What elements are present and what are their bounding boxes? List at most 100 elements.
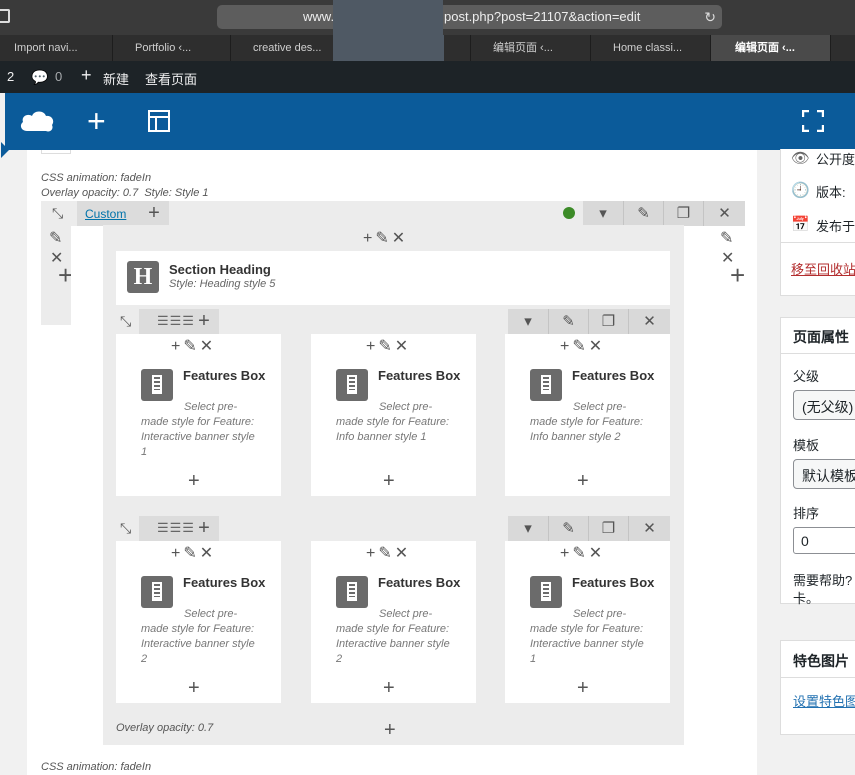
add-element-icon[interactable]: + — [87, 101, 106, 141]
add-below-icon[interactable]: + — [577, 677, 589, 700]
add-below-icon[interactable]: + — [383, 470, 395, 493]
duplicate-icon[interactable]: ❐ — [663, 201, 703, 226]
cloud-logo-icon[interactable] — [19, 107, 55, 135]
add-column-button[interactable]: + — [139, 201, 169, 226]
inner-duplicate-icon[interactable]: ❐ — [588, 516, 628, 541]
set-featured-image-link[interactable]: 设置特色图 — [793, 691, 855, 710]
updates-count[interactable]: 2 — [7, 69, 14, 84]
builder-canvas: CSS animation: fadeIn Overlay opacity: 0… — [27, 150, 757, 775]
features-box-card[interactable]: +✎✕ Features Box Select pre-made style f… — [311, 334, 476, 496]
address-bar[interactable]: www. post.php?post=21107&action=edit ↻ — [217, 0, 722, 36]
tab-1[interactable]: Import navi... — [0, 35, 113, 61]
inner-row-toolbar-1: ⤡ ☰☰☰ + ▾ ✎ ❐ ✕ — [116, 309, 670, 334]
builder-toolbar: + — [5, 93, 855, 150]
tab-5[interactable]: 编辑页面 ‹... — [471, 35, 591, 61]
building-icon — [336, 369, 368, 401]
tab-7-active[interactable]: 编辑页面 ‹... — [711, 35, 831, 61]
publish-box: 👁 公开度 🕘 版本: 📅 发布于 移至回收站 — [780, 149, 855, 296]
add-row-icon[interactable]: + — [384, 719, 396, 742]
order-input[interactable]: 0 — [793, 527, 855, 554]
tab-2[interactable]: Portfolio ‹... — [113, 35, 231, 61]
inner-dropdown-icon[interactable]: ▾ — [508, 309, 548, 334]
custom-link[interactable]: Custom — [85, 207, 126, 221]
element-controls[interactable]: +✎✕ — [366, 336, 411, 356]
row-edit-pencil-icon[interactable]: ✎ — [49, 228, 62, 248]
overlay-note-inner: Overlay opacity: 0.7 — [116, 722, 214, 734]
add-below-icon[interactable]: + — [188, 470, 200, 493]
element-controls[interactable]: +✎✕ — [560, 543, 605, 563]
columns-layout-control[interactable]: ☰☰☰ + — [139, 516, 219, 541]
help-text-2: 卡。 — [793, 591, 820, 606]
featured-image-box: 特色图片 设置特色图 — [780, 640, 855, 735]
right-edit-pencil-icon[interactable]: ✎ — [720, 228, 733, 248]
features-box-desc: Select pre-made style for Feature: Info … — [530, 401, 644, 443]
comment-icon[interactable]: 💬 — [31, 69, 48, 86]
parent-select[interactable]: (无父级) — [793, 390, 855, 420]
help-text: 需要帮助? — [793, 573, 853, 588]
publish-label: 发布于 — [816, 219, 855, 234]
element-controls[interactable]: +✎✕ — [171, 543, 216, 563]
features-box-card[interactable]: +✎✕ Features Box Select pre-made style f… — [116, 334, 281, 496]
inner-edit-icon[interactable]: ✎ — [548, 516, 588, 541]
inner-delete-icon[interactable]: ✕ — [628, 516, 670, 541]
plus-icon[interactable]: + — [81, 65, 92, 86]
element-controls[interactable]: +✎✕ — [366, 543, 411, 563]
heading-controls[interactable]: +✎✕ — [363, 228, 408, 248]
template-value: 默认模板 — [802, 468, 855, 484]
element-controls[interactable]: +✎✕ — [560, 336, 605, 356]
add-below-icon[interactable]: + — [188, 677, 200, 700]
dropdown-icon[interactable]: ▾ — [583, 201, 623, 226]
inner-expand-icon[interactable]: ⤡ — [120, 313, 131, 330]
layout-template-icon[interactable] — [148, 110, 170, 132]
row-toolbar: ⤡ Custom + ▾ ✎ ❐ ✕ — [41, 201, 745, 226]
inner-edit-icon[interactable]: ✎ — [548, 309, 588, 334]
features-box-title: Features Box — [572, 368, 655, 383]
admin-bar: 2 💬 0 + 新建 查看页面 — [0, 61, 855, 93]
add-below-icon[interactable]: + — [577, 470, 589, 493]
heading-style: Style: Heading style 5 — [169, 278, 276, 290]
columns-layout-control[interactable]: ☰☰☰ + — [139, 309, 219, 334]
trash-link[interactable]: 移至回收站 — [791, 259, 855, 278]
visibility-label: 公开度 — [816, 152, 855, 167]
new-menu[interactable]: 新建 — [103, 69, 129, 88]
tab-redaction — [333, 35, 444, 61]
delete-close-icon[interactable]: ✕ — [703, 201, 745, 226]
expand-icon[interactable]: ⤡ — [52, 205, 63, 222]
edit-pencil-icon[interactable]: ✎ — [623, 201, 663, 226]
features-box-title: Features Box — [572, 575, 655, 590]
inner-duplicate-icon[interactable]: ❐ — [588, 309, 628, 334]
left-edge — [1, 142, 27, 775]
inner-add-icon[interactable]: + — [189, 309, 219, 334]
building-icon — [141, 369, 173, 401]
features-box-card[interactable]: +✎✕ Features Box Select pre-made style f… — [505, 541, 670, 703]
tab-6[interactable]: Home classi... — [591, 35, 711, 61]
collapse-arrow-icon[interactable] — [1, 142, 9, 158]
order-value: 0 — [801, 533, 809, 549]
element-controls[interactable]: +✎✕ — [171, 336, 216, 356]
wp-sidebar: 👁 公开度 🕘 版本: 📅 发布于 移至回收站 页面属性 父级 (无父级) 模板… — [780, 149, 855, 775]
custom-tab[interactable]: Custom — [77, 201, 139, 226]
fullscreen-icon[interactable] — [802, 110, 824, 132]
page-attributes-title: 页面属性 — [793, 329, 849, 345]
features-box-card[interactable]: +✎✕ Features Box Select pre-made style f… — [311, 541, 476, 703]
template-select[interactable]: 默认模板 — [793, 459, 855, 489]
row-right-add-icon[interactable]: + — [730, 260, 745, 291]
overlay-style-note: Overlay opacity: 0.7 Style: Style 1 — [41, 187, 209, 199]
inner-add-icon[interactable]: + — [189, 516, 219, 541]
reload-icon[interactable]: ↻ — [704, 5, 716, 29]
view-page-link[interactable]: 查看页面 — [145, 69, 197, 88]
features-box-card[interactable]: +✎✕ Features Box Select pre-made style f… — [116, 541, 281, 703]
building-icon — [530, 369, 562, 401]
features-box-card[interactable]: +✎✕ Features Box Select pre-made style f… — [505, 334, 670, 496]
add-below-icon[interactable]: + — [383, 677, 395, 700]
inner-delete-icon[interactable]: ✕ — [628, 309, 670, 334]
eye-icon: 👁 — [791, 150, 811, 167]
building-icon — [336, 576, 368, 608]
history-icon: 🕘 — [791, 182, 810, 199]
sidebar-toggle-icon[interactable] — [0, 9, 10, 23]
parent-value: (无父级) — [802, 399, 854, 415]
inner-dropdown-icon[interactable]: ▾ — [508, 516, 548, 541]
comments-count[interactable]: 0 — [55, 69, 62, 84]
section-heading-element[interactable]: H Section Heading Style: Heading style 5 — [116, 251, 670, 305]
inner-expand-icon[interactable]: ⤡ — [120, 520, 131, 537]
